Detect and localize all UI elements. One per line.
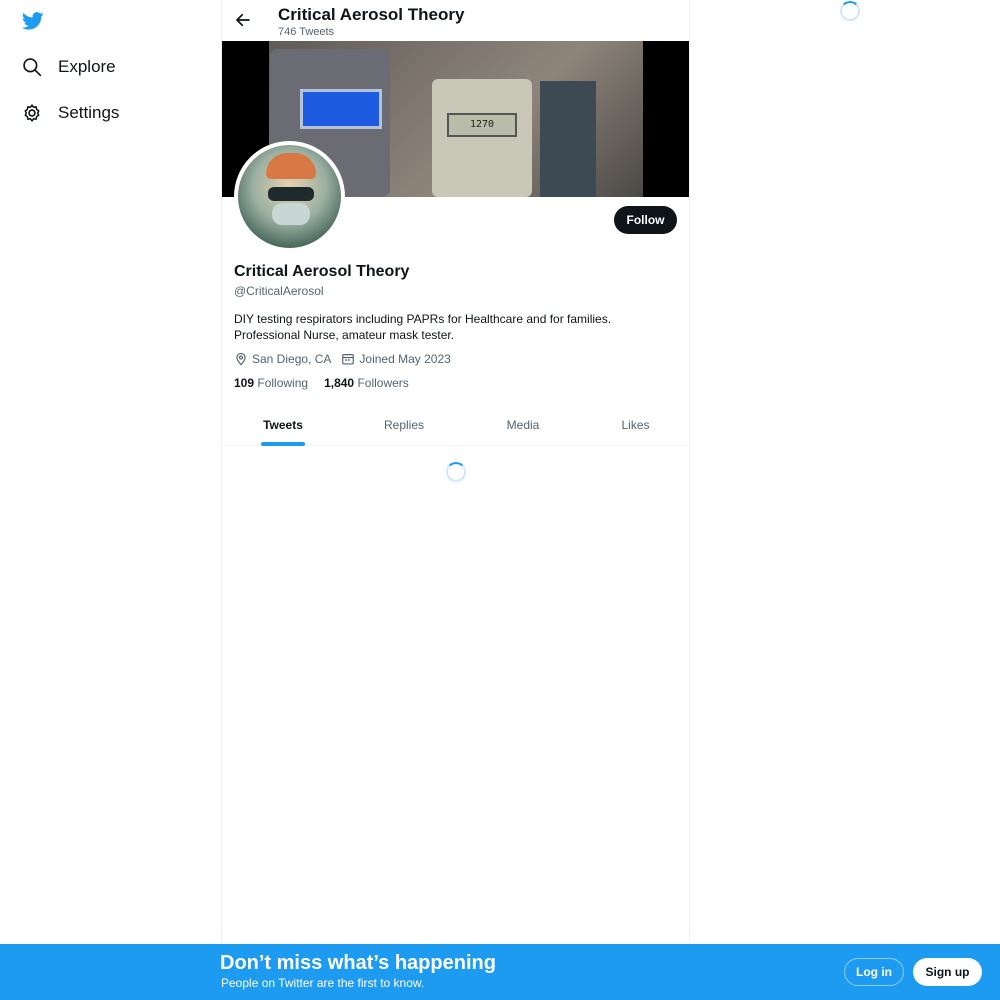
avatar-glasses <box>268 187 314 201</box>
avatar-mask <box>272 203 310 225</box>
following-label: Following <box>257 376 309 390</box>
nav-label-settings: Settings <box>58 103 120 122</box>
tab-tweets[interactable]: Tweets <box>222 404 344 446</box>
bio-line-1: DIY testing respirators including PAPRs … <box>234 312 612 326</box>
login-button[interactable]: Log in <box>844 958 904 986</box>
profile-name: Critical Aerosol Theory <box>234 263 410 280</box>
tab-likes[interactable]: Likes <box>582 404 689 446</box>
signup-banner-subtitle: People on Twitter are the first to know. <box>221 976 425 990</box>
followers-count: 1,840 <box>324 376 355 390</box>
search-icon <box>23 58 42 77</box>
avatar-cap <box>266 153 316 179</box>
portacount-device <box>432 79 532 197</box>
nav-item-settings[interactable]: Settings <box>22 98 119 128</box>
left-nav: Explore Settings <box>0 0 221 1000</box>
profile-joined: Joined May 2023 <box>359 352 451 366</box>
active-tab-indicator <box>261 442 305 446</box>
avatar[interactable] <box>234 141 345 252</box>
nav-item-explore[interactable]: Explore <box>22 52 116 82</box>
following-count: 109 <box>234 376 255 390</box>
bio-line-2: Professional Nurse, amateur mask tester. <box>234 327 455 342</box>
profile-location: San Diego, CA <box>252 352 332 366</box>
loading-spinner <box>446 462 466 482</box>
fit-tester-screen <box>300 89 382 129</box>
follow-button[interactable]: Follow <box>614 206 677 234</box>
profile-bio: DIY testing respirators including PAPRs … <box>234 312 674 343</box>
sidebar-loading-spinner <box>840 1 860 21</box>
tab-media[interactable]: Media <box>464 404 582 446</box>
back-arrow-icon[interactable] <box>234 11 252 29</box>
signup-button[interactable]: Sign up <box>913 958 982 986</box>
profile-meta: San Diego, CA Joined May 2023 <box>234 352 451 366</box>
tab-replies[interactable]: Replies <box>344 404 464 446</box>
profile-column: Critical Aerosol Theory 746 Tweets 1270 … <box>221 0 690 944</box>
following-link[interactable]: 109 Following <box>234 376 308 390</box>
tweet-count: 746 Tweets <box>278 26 335 38</box>
followers-label: Followers <box>357 376 409 390</box>
nav-label-explore: Explore <box>58 57 116 76</box>
followers-link[interactable]: 1,840 Followers <box>324 376 409 390</box>
profile-handle: @CriticalAerosol <box>234 284 324 298</box>
gear-icon <box>24 104 40 122</box>
portacount-display: 1270 <box>447 113 517 137</box>
profile-tabs: Tweets Replies Media Likes <box>222 404 689 446</box>
signup-banner-title: Don’t miss what’s happening <box>220 952 496 974</box>
follow-counts: 109 Following 1,840 Followers <box>234 376 425 390</box>
header-title: Critical Aerosol Theory <box>278 5 465 24</box>
location-pin-icon <box>236 352 246 366</box>
calendar-icon <box>342 354 355 365</box>
third-device <box>540 81 596 197</box>
twitter-bird-icon[interactable] <box>21 10 45 32</box>
profile-header: Critical Aerosol Theory 746 Tweets <box>222 0 689 41</box>
